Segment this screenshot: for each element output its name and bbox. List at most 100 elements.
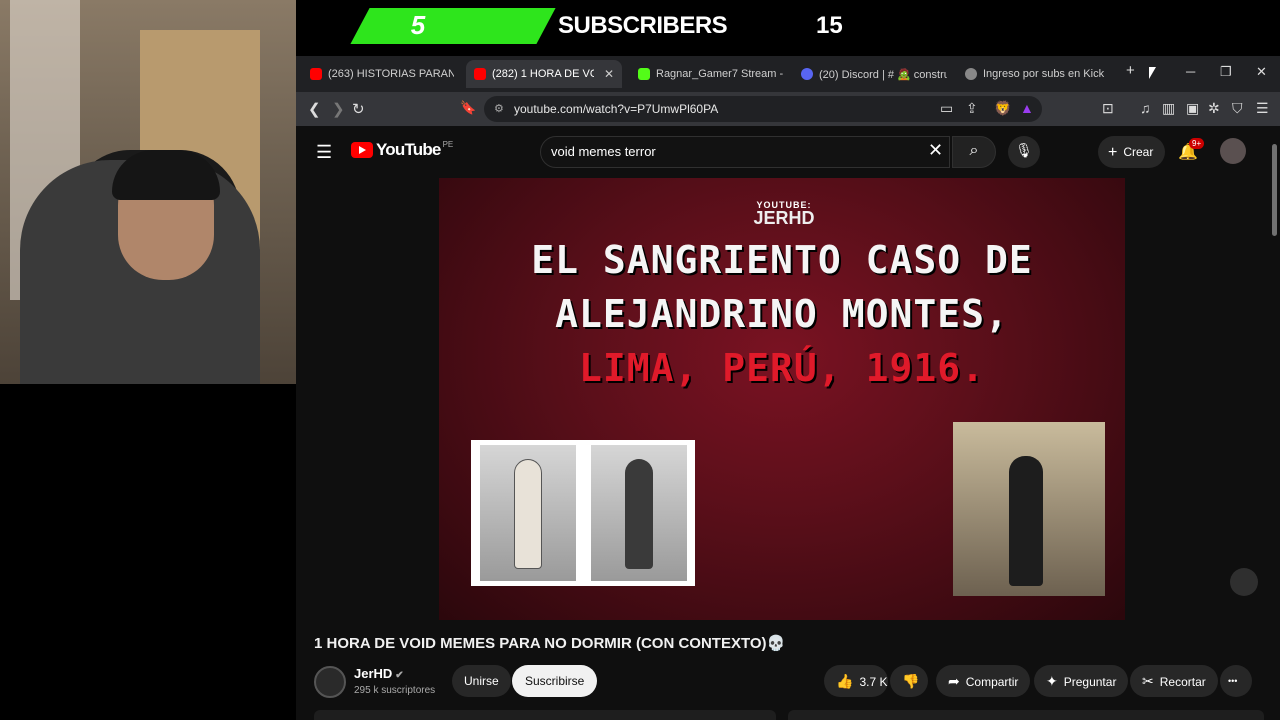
tab-historias[interactable]: (263) HISTORIAS PARANORMA — [302, 60, 454, 88]
tab-kick-stream[interactable]: Ragnar_Gamer7 Stream - Watc — [630, 60, 784, 88]
watermark-channel-text: JERHD — [753, 208, 815, 228]
brave-rewards-icon[interactable]: ▲ — [1020, 100, 1034, 116]
youtube-favicon-icon — [310, 68, 322, 80]
reload-icon[interactable]: ↻ — [352, 100, 365, 118]
historical-photo-standing-man — [953, 422, 1105, 596]
cast-icon[interactable]: ▭ — [940, 100, 953, 117]
verified-icon: ✔ — [395, 670, 404, 681]
tab-void-memes[interactable]: (282) 1 HORA DE VOID ME ✕ — [466, 60, 622, 88]
tab-label: Ragnar_Gamer7 Stream - Watc — [656, 68, 784, 80]
subscriber-goal: 15 — [816, 12, 843, 39]
address-bar-row: ❮ ❯ ↻ 🔖 ⚙ youtube.com/watch?v=P7UmwPl60P… — [296, 92, 1280, 126]
scissors-icon: ✂ — [1142, 673, 1154, 689]
account-avatar[interactable] — [1220, 138, 1246, 164]
subscriber-count: 5 — [410, 10, 426, 40]
screen: 5 SUBSCRIBERS 15 (263) HISTORIAS PARANOR… — [0, 0, 1280, 720]
more-actions-icon[interactable]: ••• — [1220, 665, 1252, 697]
tab-label: Ingreso por subs en Kick — [983, 68, 1105, 80]
channel-name[interactable]: JerHD ✔ — [354, 666, 404, 681]
wallet-icon[interactable]: ▣ — [1186, 100, 1199, 117]
extensions-icon[interactable]: ✲ — [1208, 100, 1220, 117]
menu-icon[interactable]: ☰ — [1256, 100, 1269, 117]
url-text: youtube.com/watch?v=P7UmwPl60PA — [514, 102, 719, 116]
notification-badge: 9+ — [1189, 138, 1205, 149]
thumbs-up-icon: 👍 — [836, 673, 854, 689]
scrollbar-thumb[interactable] — [1272, 144, 1277, 236]
vpn-icon[interactable]: ⛉ — [1232, 100, 1243, 117]
search-input[interactable]: void memes terror — [540, 136, 950, 168]
create-button[interactable]: + Crear — [1098, 136, 1166, 168]
bookmark-icon[interactable]: 🔖 — [460, 100, 476, 116]
video-title-line-3: LIMA, PERÚ, 1916. — [579, 346, 985, 390]
photo-man — [591, 445, 687, 581]
mouse-cursor-icon — [1149, 67, 1156, 79]
tab-label: (263) HISTORIAS PARANORMA — [328, 68, 454, 80]
hamburger-menu-icon[interactable]: ☰ — [316, 142, 332, 163]
discord-favicon-icon — [801, 68, 813, 80]
screenshot-icon[interactable]: ⊡ — [1102, 100, 1114, 117]
restore-icon[interactable]: ❐ — [1220, 64, 1232, 80]
channel-name-text: JerHD — [354, 666, 393, 681]
youtube-play-icon — [351, 142, 373, 158]
page-scrollbar[interactable] — [1268, 126, 1280, 720]
share-label: Compartir — [965, 675, 1019, 689]
search-icon[interactable]: ⌕ — [952, 136, 996, 168]
channel-avatar[interactable] — [314, 666, 346, 698]
video-player[interactable]: YOUTUBE: JERHD EL SANGRIENTO CASO DE ALE… — [296, 178, 1280, 620]
sidebar-icon[interactable]: ▥ — [1162, 100, 1175, 117]
join-button[interactable]: Unirse — [452, 665, 511, 697]
close-tab-icon[interactable]: ✕ — [604, 67, 614, 81]
youtube-header: ☰ YouTube PE void memes terror ✕ ⌕ 🎙 + Cr… — [296, 126, 1280, 178]
back-icon[interactable]: ❮ — [308, 100, 321, 118]
youtube-logo[interactable]: YouTube PE — [351, 140, 453, 160]
tab-kick-subs[interactable]: Ingreso por subs en Kick — [957, 60, 1117, 88]
like-button[interactable]: 👍 3.7 K — [824, 665, 888, 697]
country-code: PE — [442, 139, 454, 149]
video-frame[interactable]: YOUTUBE: JERHD EL SANGRIENTO CASO DE ALE… — [439, 178, 1125, 620]
webcam-overlay — [0, 0, 296, 384]
tab-label: (20) Discord | # 🧟 construct — [819, 68, 947, 81]
description-box-edge — [314, 710, 776, 720]
subscriber-goal-bar: 5 SUBSCRIBERS 15 — [296, 0, 1280, 56]
close-window-icon[interactable]: ✕ — [1256, 64, 1267, 80]
globe-favicon-icon — [965, 68, 977, 80]
youtube-favicon-icon — [474, 68, 486, 80]
new-tab-button[interactable]: + — [1126, 62, 1135, 79]
forward-icon[interactable]: ❯ — [332, 100, 345, 118]
subscriber-count-box — [350, 8, 556, 44]
share-icon[interactable]: ⇪ — [966, 100, 978, 117]
subscribe-button[interactable]: Suscribirse — [512, 665, 598, 697]
ask-button[interactable]: ✦ Preguntar — [1034, 665, 1129, 697]
tab-discord[interactable]: (20) Discord | # 🧟 construct — [793, 60, 947, 88]
url-field[interactable]: ⚙ youtube.com/watch?v=P7UmwPl60PA — [484, 96, 1042, 122]
channel-subscriber-count: 295 k suscriptores — [354, 685, 436, 696]
clear-search-icon[interactable]: ✕ — [928, 140, 943, 161]
photo-woman — [480, 445, 576, 581]
ask-label: Preguntar — [1063, 675, 1117, 689]
clip-label: Recortar — [1159, 675, 1206, 689]
create-label: Crear — [1123, 145, 1154, 159]
video-title-line-2: ALEJANDRINO MONTES, — [555, 292, 1009, 336]
site-settings-icon[interactable]: ⚙ — [494, 102, 504, 115]
minimize-icon[interactable]: ─ — [1186, 64, 1195, 79]
plus-icon: + — [1108, 144, 1118, 161]
video-channel-watermark: YOUTUBE: JERHD — [719, 200, 849, 229]
video-title: 1 HORA DE VOID MEMES PARA NO DORMIR (CON… — [314, 635, 786, 652]
share-arrow-icon: ➦ — [948, 673, 960, 689]
black-area — [0, 384, 296, 720]
browser-window: (263) HISTORIAS PARANORMA (282) 1 HORA D… — [296, 56, 1280, 720]
share-button[interactable]: ➦ Compartir — [936, 665, 1031, 697]
kick-favicon-icon — [638, 68, 650, 80]
channel-watermark-icon[interactable] — [1230, 568, 1258, 596]
tab-strip: (263) HISTORIAS PARANORMA (282) 1 HORA D… — [296, 56, 1280, 92]
brave-shield-icon[interactable]: 🦁 — [994, 100, 1011, 117]
historical-photo-pair — [471, 440, 695, 586]
comments-box-edge — [788, 710, 1264, 720]
youtube-wordmark: YouTube — [376, 140, 441, 159]
music-icon[interactable]: ♫ — [1140, 100, 1151, 116]
microphone-icon[interactable]: 🎙 — [1008, 136, 1040, 168]
tab-label: (282) 1 HORA DE VOID ME — [492, 68, 594, 80]
clip-button[interactable]: ✂ Recortar — [1130, 665, 1218, 697]
video-title-line-1: EL SANGRIENTO CASO DE — [531, 238, 1033, 282]
dislike-button[interactable]: 👎 — [890, 665, 928, 697]
